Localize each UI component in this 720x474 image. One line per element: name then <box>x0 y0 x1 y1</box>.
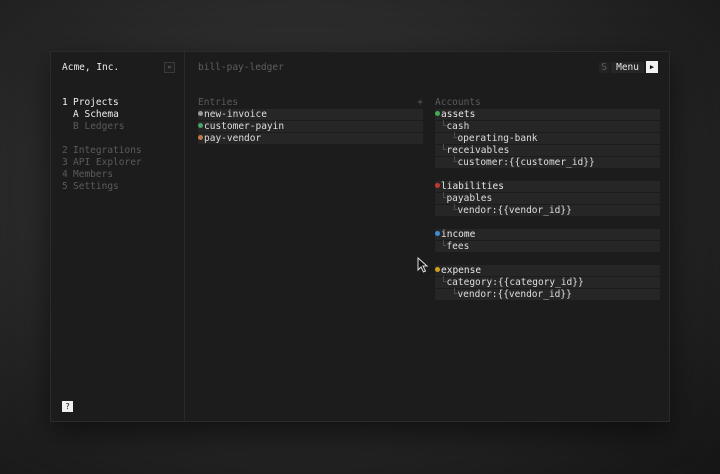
nav-item-integrations[interactable]: 2 Integrations <box>62 145 177 157</box>
entries-title: Entries <box>198 97 239 108</box>
page-title: bill-pay-ledger <box>198 62 284 73</box>
account-label: vendor:{{vendor_id}} <box>457 205 572 216</box>
account-root-income[interactable]: income <box>435 229 660 241</box>
nav-item-schema[interactable]: A Schema <box>62 109 177 121</box>
entry-item-pay-vendor[interactable]: pay-vendor <box>198 133 423 145</box>
app-window: Acme, Inc. « 1 Projects A Schema B Ledger… <box>50 51 670 422</box>
nav-item-settings[interactable]: 5 Settings <box>62 181 177 193</box>
nav-key: 2 <box>62 145 68 156</box>
account-item[interactable]: └fees <box>435 241 660 253</box>
account-group-liabilities: liabilities └payables └vendor:{{vendor_i… <box>435 181 660 217</box>
sidebar: Acme, Inc. « 1 Projects A Schema B Ledger… <box>51 52 185 421</box>
nav-key: A <box>73 109 79 120</box>
menu-button[interactable]: Menu <box>611 61 644 73</box>
run-icon[interactable]: ▶ <box>646 61 658 73</box>
account-item[interactable]: └payables <box>435 193 660 205</box>
entries-header: Entries + <box>198 97 423 109</box>
org-name[interactable]: Acme, Inc. <box>62 62 119 73</box>
entry-label: pay-vendor <box>204 133 262 144</box>
collapse-sidebar-icon[interactable]: « <box>164 62 175 73</box>
entry-status-dot-icon <box>198 135 203 140</box>
account-root-assets[interactable]: assets <box>435 109 660 121</box>
nav-label: Members <box>73 169 114 180</box>
account-label: income <box>441 229 476 240</box>
tree-branch-icon: └ <box>435 121 447 132</box>
account-label: fees <box>446 241 470 252</box>
account-root-expense[interactable]: expense <box>435 265 660 277</box>
tree-branch-icon: └ <box>435 277 447 288</box>
account-item[interactable]: └vendor:{{vendor_id}} <box>435 289 660 301</box>
entry-label: new-invoice <box>204 109 267 120</box>
nav-item-projects[interactable]: 1 Projects <box>62 97 177 109</box>
tree-branch-icon: └ <box>446 289 458 300</box>
nav-item-members[interactable]: 4 Members <box>62 169 177 181</box>
nav-label: Settings <box>73 181 119 192</box>
main-content: bill-pay-ledger S Menu ▶ Entries + Accou… <box>185 52 669 421</box>
tree-branch-icon: └ <box>435 193 447 204</box>
nav-item-ledgers[interactable]: B Ledgers <box>62 121 177 133</box>
account-label: customer:{{customer_id}} <box>457 157 595 168</box>
account-group-assets: assets └cash └operating-bank └receivable… <box>435 109 660 169</box>
add-entry-icon[interactable]: + <box>417 97 423 109</box>
nav-label: Schema <box>84 109 119 120</box>
accounts-tree: assets └cash └operating-bank └receivable… <box>435 109 660 313</box>
account-color-dot-icon <box>435 111 440 116</box>
account-label: expense <box>441 265 482 276</box>
account-color-dot-icon <box>435 267 440 272</box>
nav-key: B <box>73 121 79 132</box>
sidebar-nav: 1 Projects A Schema B Ledgers 2 Integratio… <box>62 97 177 193</box>
account-label: assets <box>441 109 476 120</box>
account-label: vendor:{{vendor_id}} <box>457 289 572 300</box>
entry-item-customer-payin[interactable]: customer-payin <box>198 121 423 133</box>
nav-key: 3 <box>62 157 68 168</box>
account-root-liabilities[interactable]: liabilities <box>435 181 660 193</box>
entry-status-dot-icon <box>198 123 203 128</box>
account-label: payables <box>446 193 493 204</box>
tree-branch-icon: └ <box>446 205 458 216</box>
account-label: receivables <box>446 145 510 156</box>
nav-key: 5 <box>62 181 68 192</box>
account-color-dot-icon <box>435 231 440 236</box>
nav-key: 1 <box>62 97 68 108</box>
account-label: cash <box>446 121 470 132</box>
menu-area: S Menu ▶ <box>599 61 658 73</box>
nav-label: API Explorer <box>73 157 142 168</box>
nav-label: Integrations <box>73 145 142 156</box>
entry-label: customer-payin <box>204 121 285 132</box>
account-item[interactable]: └vendor:{{vendor_id}} <box>435 205 660 217</box>
account-item[interactable]: └operating-bank <box>435 133 660 145</box>
entries-list: new-invoice customer-payin pay-vendor <box>198 109 423 145</box>
account-item[interactable]: └customer:{{customer_id}} <box>435 157 660 169</box>
account-label: operating-bank <box>457 133 538 144</box>
nav-key: 4 <box>62 169 68 180</box>
tree-branch-icon: └ <box>446 133 458 144</box>
mouse-cursor-icon <box>417 257 429 273</box>
entry-item-new-invoice[interactable]: new-invoice <box>198 109 423 121</box>
account-color-dot-icon <box>435 183 440 188</box>
account-label: category:{{category_id}} <box>446 277 584 288</box>
tree-branch-icon: └ <box>435 241 447 252</box>
tree-branch-icon: └ <box>446 157 458 168</box>
accounts-title: Accounts <box>435 97 481 108</box>
menu-shortcut-key: S <box>599 61 610 73</box>
help-button[interactable]: ? <box>62 401 73 412</box>
account-item[interactable]: └category:{{category_id}} <box>435 277 660 289</box>
nav-label: Ledgers <box>84 121 125 132</box>
nav-item-api-explorer[interactable]: 3 API Explorer <box>62 157 177 169</box>
tree-branch-icon: └ <box>435 145 447 156</box>
account-item[interactable]: └receivables <box>435 145 660 157</box>
entry-status-dot-icon <box>198 111 203 116</box>
account-group-expense: expense └category:{{category_id}} └vendo… <box>435 265 660 301</box>
account-label: liabilities <box>441 181 504 192</box>
account-item[interactable]: └cash <box>435 121 660 133</box>
nav-label: Projects <box>73 97 119 108</box>
account-group-income: income └fees <box>435 229 660 253</box>
